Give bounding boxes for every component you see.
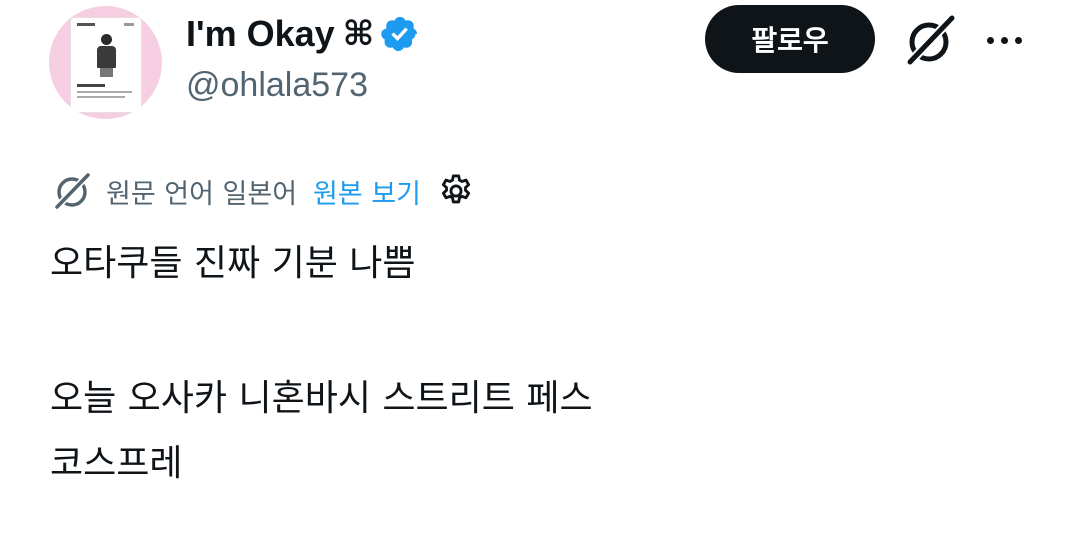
- avatar[interactable]: [49, 6, 162, 119]
- translation-source-label: 원문 언어 일본어: [106, 178, 298, 210]
- tweet-text-line: 오늘 오사카 니혼바시 스트리트 페스: [50, 378, 593, 419]
- display-name[interactable]: I'm Okay ⌘: [186, 10, 420, 58]
- show-original-link[interactable]: 원본 보기: [313, 172, 421, 211]
- user-handle[interactable]: @ohlala573: [186, 66, 368, 105]
- gear-icon[interactable]: [437, 172, 475, 210]
- display-name-text: I'm Okay: [186, 13, 335, 54]
- avatar-image: [71, 18, 141, 112]
- tweet-text-line: 오타쿠들 진짜 기분 나쁨: [50, 243, 416, 284]
- tweet-text-line: 코스프레: [50, 443, 183, 484]
- verified-badge-icon: [381, 16, 418, 52]
- follow-button[interactable]: 팔로우: [705, 5, 875, 73]
- grok-icon[interactable]: [900, 12, 958, 68]
- command-symbol: ⌘: [342, 14, 375, 54]
- grok-translate-icon: [53, 171, 92, 211]
- dot: [1014, 36, 1022, 44]
- dot: [1000, 36, 1008, 44]
- dot: [986, 36, 994, 44]
- more-icon[interactable]: [980, 18, 1028, 62]
- translation-row: 원문 언어 일본어 원본 보기: [50, 168, 475, 214]
